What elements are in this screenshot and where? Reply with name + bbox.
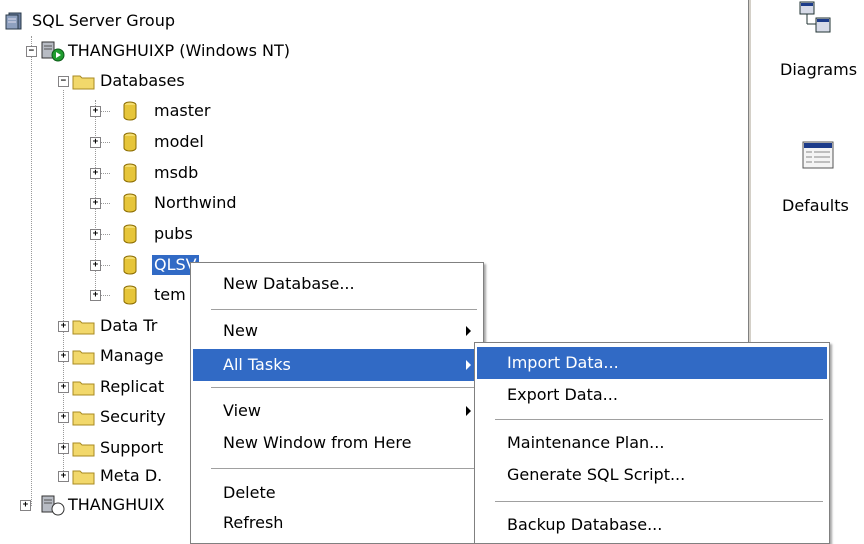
expand-icon[interactable]: + — [90, 229, 101, 240]
menu-item-all-tasks[interactable]: All Tasks — [193, 349, 481, 381]
tree-node-label: Northwind — [154, 193, 237, 212]
expand-icon[interactable]: + — [90, 290, 101, 301]
submenu-arrow-icon — [466, 360, 471, 370]
expand-icon[interactable]: + — [58, 382, 69, 393]
tree-node-db-northwind[interactable]: + Northwind — [0, 188, 400, 218]
folder-open-icon — [72, 75, 95, 90]
collapse-icon[interactable]: − — [26, 46, 37, 57]
database-icon — [123, 285, 137, 305]
tree-node-label: THANGHUIXP (Windows NT) — [68, 41, 291, 60]
menu-item-label: Delete — [223, 483, 276, 502]
menu-item-maintenance-plan[interactable]: Maintenance Plan... — [477, 427, 827, 459]
folder-icon — [72, 411, 95, 426]
tree-node-label: Replicat — [100, 377, 165, 396]
defaults-label[interactable]: Defaults — [782, 196, 849, 215]
tree-node-db-model[interactable]: + model — [0, 127, 400, 157]
menu-item-label: Maintenance Plan... — [507, 433, 665, 452]
menu-separator — [211, 468, 477, 469]
folder-icon — [72, 442, 95, 457]
tree-node-db-msdb[interactable]: + msdb — [0, 158, 400, 188]
tree-node-label: Databases — [100, 71, 185, 90]
database-icon — [123, 255, 137, 275]
defaults-icon[interactable] — [802, 140, 834, 172]
menu-item-label: New Database... — [223, 274, 355, 293]
tree-node-label: master — [154, 101, 211, 120]
database-icon — [123, 163, 137, 183]
menu-item-import-data[interactable]: Import Data... — [477, 347, 827, 379]
menu-item-delete[interactable]: Delete — [193, 477, 481, 509]
menu-item-label: All Tasks — [223, 355, 291, 374]
database-icon — [123, 193, 137, 213]
menu-separator — [495, 419, 823, 420]
menu-item-label: View — [223, 401, 261, 420]
tree-node-label: SQL Server Group — [32, 11, 176, 30]
menu-item-label: Export Data... — [507, 385, 618, 404]
tree-node-label: Support — [100, 438, 164, 457]
menu-item-new-window[interactable]: New Window from Here — [193, 427, 481, 459]
tree-node-label: Security — [100, 407, 166, 426]
context-menu: New Database... New All Tasks View New W… — [190, 262, 484, 544]
collapse-icon[interactable]: − — [58, 76, 69, 87]
expand-icon[interactable]: + — [90, 168, 101, 179]
folder-icon — [72, 350, 95, 365]
menu-item-view[interactable]: View — [193, 395, 481, 427]
tree-node-databases[interactable]: − Databases — [0, 66, 400, 96]
menu-item-label: Import Data... — [507, 353, 619, 372]
menu-item-refresh[interactable]: Refresh — [193, 507, 481, 539]
expand-icon[interactable]: + — [58, 321, 69, 332]
menu-item-export-data[interactable]: Export Data... — [477, 379, 827, 411]
submenu-arrow-icon — [466, 406, 471, 416]
database-icon — [123, 101, 137, 121]
submenu-arrow-icon — [466, 326, 471, 336]
menu-item-new-database[interactable]: New Database... — [193, 268, 481, 300]
menu-item-backup-database[interactable]: Backup Database... — [477, 509, 827, 541]
expand-icon[interactable]: + — [90, 106, 101, 117]
tree-node-label: Meta D. — [100, 466, 163, 485]
tree-node-label: pubs — [154, 224, 193, 243]
expand-icon[interactable]: + — [20, 500, 31, 511]
folder-icon — [72, 320, 95, 335]
menu-item-new[interactable]: New — [193, 315, 481, 347]
menu-separator — [495, 501, 823, 502]
tree-node-label: msdb — [154, 163, 199, 182]
folder-icon — [72, 381, 95, 396]
menu-item-label: New Window from Here — [223, 433, 412, 452]
server-stopped-icon — [41, 495, 65, 516]
tree-node-root[interactable]: SQL Server Group — [0, 6, 400, 36]
all-tasks-submenu: Import Data... Export Data... Maintenanc… — [474, 342, 830, 544]
server-group-icon — [5, 12, 22, 30]
tree-node-server[interactable]: − THANGHUIXP (Windows NT) — [0, 36, 400, 66]
expand-icon[interactable]: + — [90, 260, 101, 271]
tree-node-db-pubs[interactable]: + pubs — [0, 219, 400, 249]
menu-item-label: Generate SQL Script... — [507, 465, 686, 484]
expand-icon[interactable]: + — [58, 412, 69, 423]
expand-icon[interactable]: + — [90, 198, 101, 209]
tree-node-db-master[interactable]: + master — [0, 96, 400, 126]
expand-icon[interactable]: + — [58, 443, 69, 454]
tree-node-label: Data Tr — [100, 316, 158, 335]
diagrams-label[interactable]: Diagrams — [780, 60, 857, 79]
menu-item-label: Refresh — [223, 513, 284, 532]
expand-icon[interactable]: + — [58, 471, 69, 482]
menu-item-label: Backup Database... — [507, 515, 663, 534]
server-running-icon — [41, 41, 65, 62]
tree-node-label: THANGHUIX — [68, 495, 165, 514]
tree-node-label: model — [154, 132, 204, 151]
database-icon — [123, 132, 137, 152]
menu-separator — [211, 387, 477, 388]
menu-item-label: New — [223, 321, 258, 340]
menu-separator — [211, 309, 477, 310]
tree-node-label: tem — [154, 285, 186, 304]
expand-icon[interactable]: + — [90, 137, 101, 148]
diagrams-icon[interactable] — [798, 0, 834, 40]
tree-node-label: Manage — [100, 346, 164, 365]
database-icon — [123, 224, 137, 244]
menu-item-generate-sql-script[interactable]: Generate SQL Script... — [477, 459, 827, 491]
folder-icon — [72, 470, 95, 485]
expand-icon[interactable]: + — [58, 351, 69, 362]
